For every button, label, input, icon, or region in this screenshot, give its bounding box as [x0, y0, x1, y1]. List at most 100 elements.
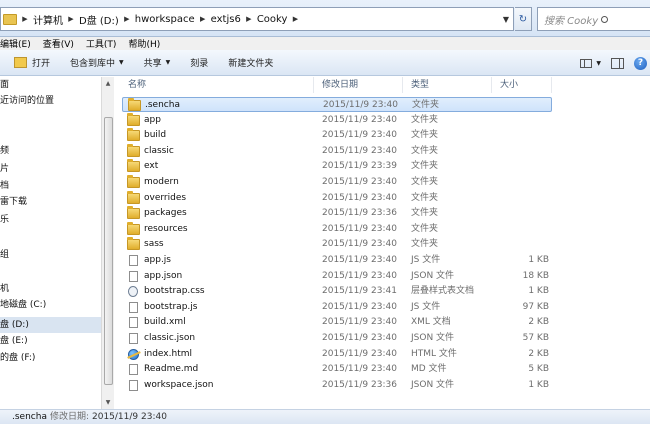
file-size: 1 KB — [528, 286, 549, 297]
nav-item-recent-places[interactable]: 近访问的位置 — [0, 93, 54, 109]
file-row[interactable]: app 2015/11/9 23:40 文件夹 — [122, 112, 552, 128]
file-name: packages — [144, 208, 187, 219]
search-input[interactable]: 搜索 Cooky — [537, 7, 650, 31]
nav-item-videos[interactable]: 频 — [0, 143, 9, 159]
open-button[interactable]: 打开 — [0, 56, 50, 69]
scroll-thumb[interactable] — [104, 117, 113, 385]
file-row[interactable]: modern 2015/11/9 23:40 文件夹 — [122, 175, 552, 190]
column-header-name[interactable]: 名称 — [114, 77, 314, 93]
chevron-right-icon[interactable]: ▶ — [198, 15, 208, 23]
folder-icon — [127, 128, 140, 142]
column-header-size[interactable]: 大小 — [492, 77, 552, 93]
file-date: 2015/11/9 23:40 — [322, 177, 397, 187]
nav-item-drive-e[interactable]: 盘 (E:) — [0, 333, 28, 349]
chevron-right-icon[interactable]: ▶ — [20, 15, 30, 23]
chevron-right-icon[interactable]: ▶ — [244, 15, 254, 23]
file-type: 文件夹 — [411, 114, 439, 125]
file-row[interactable]: bootstrap.css 2015/11/9 23:41 层叠样式表文档 1 KB — [122, 284, 552, 299]
file-type: JS 文件 — [411, 255, 441, 265]
menu-edit[interactable]: 编辑(E) — [0, 37, 31, 50]
file-row[interactable]: build.xml 2015/11/9 23:40 XML 文档 2 KB — [122, 315, 552, 330]
breadcrumb-item-computer[interactable]: 计算机 — [33, 12, 63, 27]
menu-help[interactable]: 帮助(H) — [128, 37, 160, 50]
view-options-dropdown[interactable]: ▼ — [596, 60, 601, 67]
file-row[interactable]: app.js 2015/11/9 23:40 JS 文件 1 KB — [122, 253, 552, 268]
scroll-down-icon[interactable]: ▼ — [102, 396, 114, 409]
file-type: 文件夹 — [412, 100, 440, 110]
file-row[interactable]: workspace.json 2015/11/9 23:36 JSON 文件 1 KB — [122, 378, 552, 393]
file-date: 2015/11/9 23:40 — [322, 333, 397, 343]
file-type: MD 文件 — [411, 364, 447, 375]
breadcrumb-item-drive-d[interactable]: D盘 (D:) — [79, 12, 119, 27]
include-in-library-label: 包含到库中 — [70, 59, 116, 69]
file-row[interactable]: classic 2015/11/9 23:40 文件夹 — [122, 143, 552, 159]
file-type: JSON 文件 — [411, 270, 455, 281]
help-icon[interactable]: ? — [634, 56, 647, 70]
file-row[interactable]: build 2015/11/9 23:40 文件夹 — [122, 128, 552, 143]
file-row[interactable]: resources 2015/11/9 23:40 文件夹 — [122, 221, 552, 237]
file-row[interactable]: app.json 2015/11/9 23:40 JSON 文件 18 KB — [122, 269, 552, 284]
folder-icon — [127, 237, 140, 251]
new-folder-button[interactable]: 新建文件夹 — [228, 56, 273, 69]
preview-pane-icon[interactable] — [611, 57, 624, 69]
file-row[interactable]: bootstrap.js 2015/11/9 23:40 JS 文件 97 KB — [122, 300, 552, 315]
menu-view[interactable]: 查看(V) — [43, 37, 74, 50]
file-size: 2 KB — [528, 317, 549, 328]
column-header-type[interactable]: 类型 — [403, 77, 492, 93]
file-type: 文件夹 — [411, 223, 439, 234]
navigation-scrollbar[interactable]: ▲ ▼ — [101, 77, 114, 409]
scroll-up-icon[interactable]: ▲ — [102, 77, 114, 90]
address-history-dropdown[interactable]: ▼ — [499, 8, 513, 30]
nav-item-drive-f[interactable]: 的盘 (F:) — [0, 350, 35, 366]
file-row[interactable]: classic.json 2015/11/9 23:40 JSON 文件 57 KB — [122, 331, 552, 346]
file-size: 5 KB — [528, 364, 549, 375]
file-row[interactable]: index.html 2015/11/9 23:40 HTML 文件 2 KB — [122, 347, 552, 362]
chevron-right-icon[interactable]: ▶ — [122, 15, 132, 23]
chevron-right-icon[interactable]: ▶ — [66, 15, 76, 23]
file-date: 2015/11/9 23:40 — [322, 223, 397, 234]
file-row[interactable]: ext 2015/11/9 23:39 文件夹 — [122, 159, 552, 174]
status-date-label: 修改日期: — [50, 412, 90, 422]
file-date: 2015/11/9 23:40 — [322, 114, 397, 125]
column-header-date[interactable]: 修改日期 — [314, 77, 403, 93]
address-bar[interactable]: ▶ 计算机 ▶ D盘 (D:) ▶ hworkspace ▶ extjs6 ▶ … — [0, 7, 514, 31]
nav-item-drive-c[interactable]: 地磁盘 (C:) — [0, 297, 46, 313]
breadcrumb-item-extjs6[interactable]: extjs6 — [211, 14, 241, 25]
chevron-right-icon[interactable]: ▶ — [290, 15, 300, 23]
file-row[interactable]: Readme.md 2015/11/9 23:40 MD 文件 5 KB — [122, 362, 552, 377]
nav-item-music[interactable]: 乐 — [0, 212, 9, 228]
nav-item-desktop[interactable]: 面 — [0, 77, 9, 93]
file-type: 文件夹 — [411, 177, 439, 187]
nav-item-computer[interactable]: 机 — [0, 281, 9, 297]
file-row[interactable]: packages 2015/11/9 23:36 文件夹 — [122, 206, 552, 221]
file-row[interactable]: .sencha 2015/11/9 23:40 文件夹 — [122, 97, 552, 112]
change-view-icon[interactable] — [580, 58, 593, 68]
file-name: .sencha — [145, 100, 180, 110]
file-name: app.js — [144, 255, 171, 265]
file-icon — [129, 317, 138, 329]
file-type: XML 文档 — [411, 317, 451, 328]
file-size: 2 KB — [528, 348, 549, 359]
share-button[interactable]: 共享 ▼ — [144, 56, 171, 69]
menu-tools[interactable]: 工具(T) — [86, 37, 117, 50]
breadcrumb-item-cooky[interactable]: Cooky — [257, 14, 288, 25]
burn-button[interactable]: 刻录 — [190, 56, 208, 69]
file-type: 文件夹 — [411, 239, 439, 250]
nav-item-homegroup[interactable]: 组 — [0, 247, 9, 263]
nav-item-drive-d[interactable]: 盘 (D:) — [0, 317, 101, 333]
refresh-button[interactable]: ↻ — [515, 7, 532, 31]
file-date: 2015/11/9 23:40 — [322, 270, 397, 281]
nav-item-thunder-downloads[interactable]: 雷下载 — [0, 194, 27, 210]
search-placeholder: 搜索 Cooky — [544, 15, 599, 27]
file-row[interactable]: sass 2015/11/9 23:40 文件夹 — [122, 237, 552, 252]
nav-item-documents[interactable]: 档 — [0, 178, 9, 194]
folder-icon — [127, 143, 140, 157]
nav-item-pictures[interactable]: 片 — [0, 161, 9, 177]
folder-icon — [127, 159, 140, 173]
file-name: app — [144, 114, 161, 125]
breadcrumb-item-hworkspace[interactable]: hworkspace — [135, 14, 195, 25]
include-in-library-button[interactable]: 包含到库中 ▼ — [70, 56, 124, 69]
dropdown-arrow-icon: ▼ — [165, 59, 171, 66]
file-size: 1 KB — [528, 255, 549, 265]
file-row[interactable]: overrides 2015/11/9 23:40 文件夹 — [122, 190, 552, 206]
